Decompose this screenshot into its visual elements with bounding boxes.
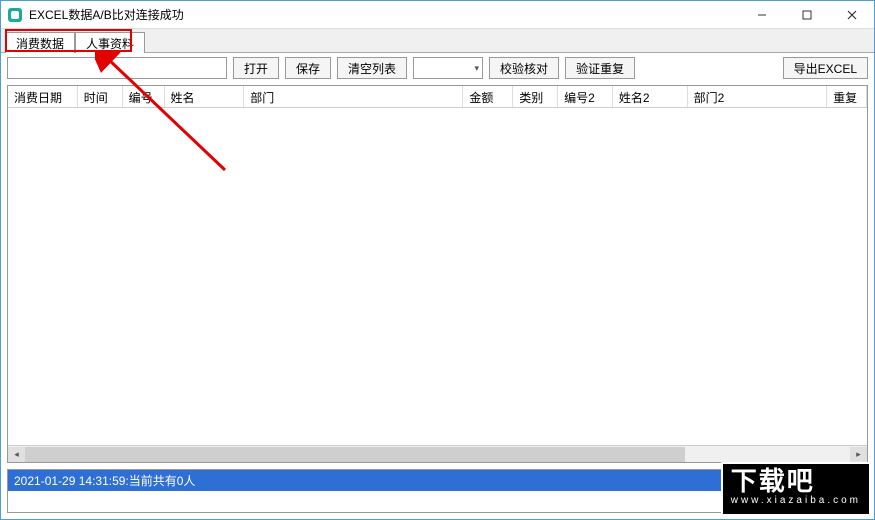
table-header: 消费日期时间编号姓名部门金额类别编号2姓名2部门2重复 <box>8 86 867 108</box>
app-window: EXCEL数据A/B比对连接成功 消费数据 人事资料 打开 保存 清空列表 <box>0 0 875 520</box>
column-header[interactable]: 消费日期 <box>8 86 78 107</box>
tab-label: 人事资料 <box>86 37 134 51</box>
data-table: 消费日期时间编号姓名部门金额类别编号2姓名2部门2重复 ◂ ▸ <box>7 85 868 463</box>
scroll-left-icon[interactable]: ◂ <box>8 447 25 462</box>
close-button[interactable] <box>829 1 874 28</box>
column-header[interactable]: 类别 <box>513 86 558 107</box>
scroll-thumb[interactable] <box>25 447 685 462</box>
column-header[interactable]: 时间 <box>78 86 123 107</box>
tabs: 消费数据 人事资料 <box>1 29 874 53</box>
scroll-right-icon[interactable]: ▸ <box>850 447 867 462</box>
tab-consumption-data[interactable]: 消费数据 <box>5 32 75 53</box>
toolbar: 打开 保存 清空列表 ▾ 校验核对 验证重复 导出EXCEL <box>1 53 874 83</box>
file-path-input[interactable] <box>7 57 227 79</box>
column-header[interactable]: 重复 <box>827 86 867 107</box>
save-button[interactable]: 保存 <box>285 57 331 79</box>
export-excel-button[interactable]: 导出EXCEL <box>783 57 868 79</box>
open-button[interactable]: 打开 <box>233 57 279 79</box>
status-panel: 2021-01-29 14:31:59:当前共有0人 <box>7 469 868 513</box>
horizontal-scrollbar[interactable]: ◂ ▸ <box>8 445 867 462</box>
window-title: EXCEL数据A/B比对连接成功 <box>29 6 739 23</box>
column-header[interactable]: 部门 <box>244 86 463 107</box>
column-header[interactable]: 部门2 <box>688 86 827 107</box>
scroll-track[interactable] <box>25 447 850 462</box>
chevron-down-icon: ▾ <box>475 63 480 74</box>
tab-label: 消费数据 <box>16 37 64 51</box>
column-header[interactable]: 姓名2 <box>613 86 688 107</box>
tab-personnel-data[interactable]: 人事资料 <box>75 32 145 53</box>
clear-list-button[interactable]: 清空列表 <box>337 57 407 79</box>
table-body <box>8 108 867 445</box>
maximize-button[interactable] <box>784 1 829 28</box>
column-header[interactable]: 编号2 <box>558 86 613 107</box>
column-header[interactable]: 金额 <box>463 86 513 107</box>
titlebar: EXCEL数据A/B比对连接成功 <box>1 1 874 29</box>
filter-dropdown[interactable]: ▾ <box>413 57 483 79</box>
window-controls <box>739 1 874 28</box>
column-header[interactable]: 姓名 <box>165 86 245 107</box>
minimize-button[interactable] <box>739 1 784 28</box>
app-icon <box>7 7 23 23</box>
check-duplicate-button[interactable]: 验证重复 <box>565 57 635 79</box>
verify-button[interactable]: 校验核对 <box>489 57 559 79</box>
column-header[interactable]: 编号 <box>123 86 165 107</box>
status-message: 2021-01-29 14:31:59:当前共有0人 <box>8 470 867 491</box>
